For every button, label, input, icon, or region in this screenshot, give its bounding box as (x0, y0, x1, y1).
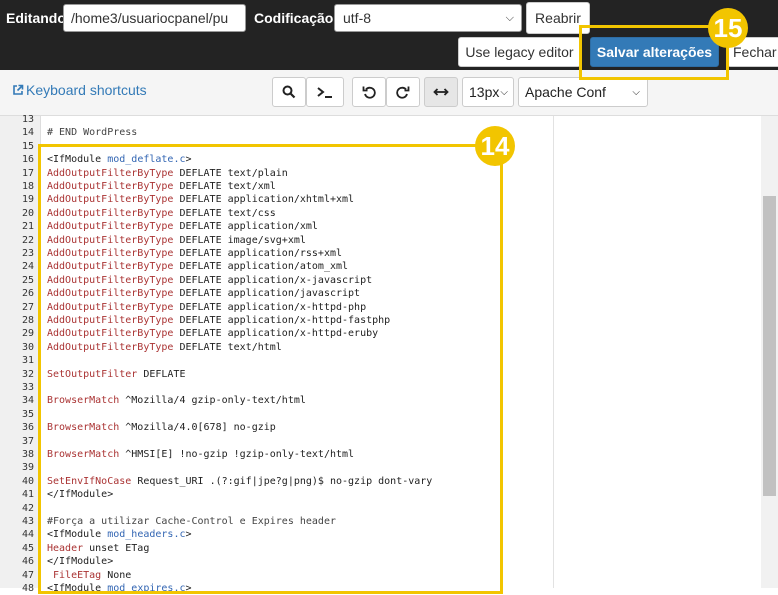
line-number-gutter: 13 14 15 16 17 18 19 20 21 22 23 24 25 26 27 28 29 30 31 32… (0, 114, 41, 594)
line-number: 37 (21, 435, 34, 447)
search-icon (282, 85, 296, 99)
font-size-select[interactable]: 13px ⌵ (462, 77, 514, 107)
undo-button[interactable] (352, 77, 386, 107)
line-number: 36 (21, 422, 34, 434)
step-badge-14: 14 (475, 126, 515, 166)
line-number: 35 (21, 408, 34, 420)
terminal-icon (317, 87, 332, 98)
mode-value: Apache Conf (525, 84, 606, 100)
line-number: 14 (21, 127, 34, 139)
undo-icon (362, 86, 376, 99)
line-number: 29 (21, 328, 34, 340)
scrollbar-thumb[interactable] (763, 196, 776, 496)
file-path-input[interactable]: /home3/usuariocpanel/pu (63, 4, 246, 32)
line-number: 34 (21, 395, 34, 407)
line-number: 38 (21, 449, 34, 460)
search-button[interactable] (272, 77, 306, 107)
goto-line-button[interactable] (306, 77, 344, 107)
line-number: 46 (21, 556, 34, 568)
line-number: 33 (21, 382, 34, 393)
code-highlight-box (38, 144, 503, 594)
chevron-down-icon: ⌵ (632, 86, 640, 98)
line-number: 43 (21, 516, 34, 527)
encoding-value: utf-8 (343, 10, 372, 26)
line-number: 39 (21, 462, 34, 474)
line-number: 16 (21, 154, 34, 166)
line-number: 32 (21, 368, 34, 380)
line-number: 15 (21, 140, 34, 152)
line-number: 31 (21, 355, 34, 367)
encoding-select[interactable]: utf-8 ⌵ (334, 4, 522, 32)
line-number: 13 (21, 114, 34, 125)
save-highlight-box (579, 25, 729, 80)
print-margin (553, 116, 554, 588)
line-number: 45 (21, 542, 34, 554)
word-wrap-toggle[interactable] (424, 77, 458, 107)
line-number: 24 (21, 261, 34, 273)
line-number: 26 (21, 288, 34, 300)
redo-icon (396, 86, 410, 99)
line-number: 18 (21, 181, 34, 192)
chevron-down-icon: ⌵ (500, 86, 508, 98)
step-badge-15: 15 (708, 8, 748, 48)
line-number: 42 (21, 502, 34, 514)
line-number: 40 (21, 475, 34, 487)
line-number: 28 (21, 315, 34, 326)
line-number: 21 (21, 221, 34, 233)
line-number: 30 (21, 341, 34, 353)
editing-label: Editando: (6, 10, 71, 26)
redo-button[interactable] (386, 77, 420, 107)
line-number: 22 (21, 234, 34, 246)
line-number: 41 (21, 489, 34, 501)
line-number: 19 (21, 194, 34, 206)
code-token: # END WordPress (47, 127, 138, 139)
line-number: 27 (21, 301, 34, 313)
code-line: # END WordPress (47, 126, 137, 139)
line-number: 44 (21, 529, 34, 541)
legacy-editor-button[interactable]: Use legacy editor (458, 37, 581, 67)
encoding-label: Codificação: (254, 10, 339, 26)
font-size-value: 13px (469, 84, 500, 100)
line-number: 23 (21, 248, 34, 259)
keyboard-shortcuts-link[interactable]: Keyboard shortcuts (12, 82, 147, 98)
line-number: 20 (21, 207, 34, 219)
line-number: 48 (21, 583, 34, 594)
line-number: 47 (21, 569, 34, 581)
line-number: 17 (21, 167, 34, 179)
chevron-down-icon: ⌵ (505, 12, 514, 24)
mode-select[interactable]: Apache Conf ⌵ (518, 77, 648, 107)
external-link-icon (13, 84, 24, 95)
horizontal-arrows-icon (433, 88, 449, 96)
line-number: 25 (21, 274, 34, 286)
keyboard-shortcuts-label: Keyboard shortcuts (26, 82, 147, 98)
